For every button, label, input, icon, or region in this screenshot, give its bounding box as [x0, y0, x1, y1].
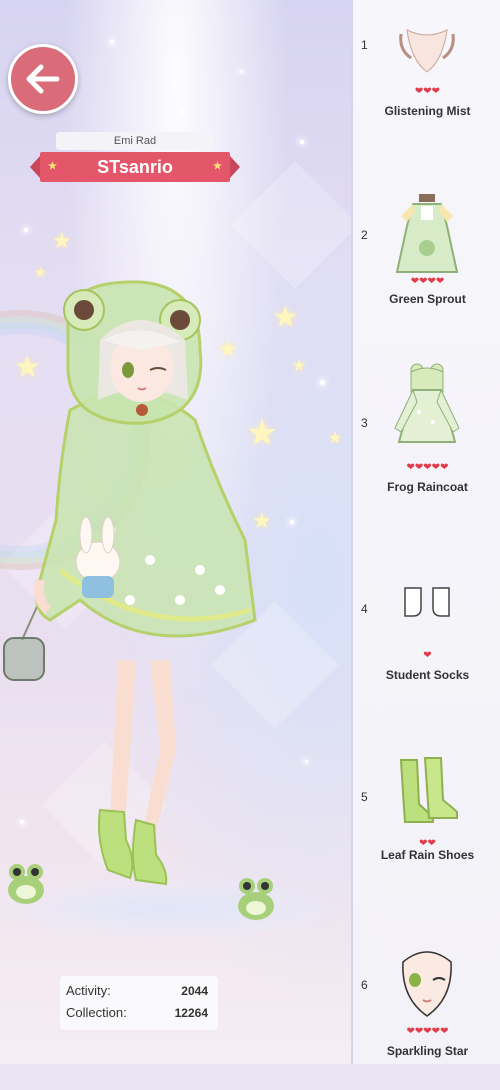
- item-slot-4[interactable]: 4 ❤ Student Socks: [353, 550, 500, 700]
- item-rating-hearts: ❤❤❤❤❤: [406, 462, 449, 473]
- item-slot-2[interactable]: 2 ❤❤❤❤ Green Sprout: [353, 188, 500, 338]
- activity-row: Activity: 2044: [66, 980, 208, 1002]
- item-index: 5: [361, 790, 368, 804]
- character-avatar: [3, 280, 257, 886]
- makeup-face-icon: [402, 951, 452, 1017]
- item-name: Leaf Rain Shoes: [380, 848, 475, 862]
- sparkle: [240, 70, 243, 73]
- rain-boots-icon: [399, 757, 458, 823]
- player-name-card: Emi Rad ★ STsanrio ★: [30, 132, 240, 182]
- item-name: Student Socks: [385, 668, 470, 682]
- character-stage: ★ ★ ★ ★ ★ ★ ★ ★ ★ Emi Rad ★ STsanrio ★ A…: [0, 0, 352, 1064]
- item-rating-hearts: ❤: [423, 650, 432, 661]
- background-diamond: [231, 161, 352, 289]
- stats-box: Activity: 2044 Collection: 12264: [60, 976, 218, 1030]
- item-index: 3: [361, 416, 368, 430]
- socks-icon: [404, 587, 450, 617]
- item-name: Sparkling Star: [386, 1044, 469, 1058]
- collection-label: Collection:: [66, 1005, 127, 1020]
- star-icon: ★: [48, 161, 57, 172]
- sparkle: [305, 760, 308, 763]
- collection-value: 12264: [174, 1006, 208, 1020]
- item-rating-hearts: ❤❤❤❤❤: [406, 1026, 449, 1037]
- item-index: 1: [361, 38, 368, 52]
- collection-row: Collection: 12264: [66, 1002, 208, 1024]
- sparkle: [290, 520, 294, 524]
- item-rating-hearts: ❤❤❤❤: [410, 276, 445, 287]
- dress-icon: [395, 194, 459, 273]
- player-name: Emi Rad: [56, 132, 214, 150]
- item-index: 2: [361, 228, 368, 242]
- sparkle: [300, 140, 304, 144]
- sparkle: [110, 40, 114, 44]
- hair-accessory-icon: [399, 29, 455, 73]
- star-decoration: ★: [52, 228, 72, 253]
- frog-figurine: [238, 878, 274, 920]
- star-decoration: ★: [328, 430, 343, 447]
- item-rating-hearts: ❤❤❤: [414, 86, 441, 97]
- player-title-ribbon: ★ STsanrio ★: [30, 152, 240, 182]
- back-button[interactable]: [8, 44, 78, 114]
- item-name: Glistening Mist: [384, 104, 471, 118]
- sparkle: [180, 110, 185, 115]
- activity-value: 2044: [181, 984, 208, 998]
- sparkle: [320, 380, 325, 385]
- star-decoration: ★: [292, 358, 307, 375]
- raincoat-icon: [394, 363, 460, 443]
- item-slot-3[interactable]: 3 ❤❤❤❤❤ Frog Raincoat: [353, 360, 500, 510]
- player-title: STsanrio: [97, 157, 173, 177]
- star-icon: ★: [213, 161, 222, 172]
- arrow-left-icon: [26, 64, 60, 94]
- star-decoration: ★: [34, 264, 47, 280]
- activity-label: Activity:: [66, 983, 111, 998]
- sparkle: [24, 228, 28, 232]
- item-index: 4: [361, 602, 368, 616]
- item-slot-5[interactable]: 5 ❤❤ Leaf Rain Shoes: [353, 746, 500, 896]
- item-name: Green Sprout: [389, 292, 466, 306]
- frog-figurine: [8, 864, 44, 904]
- item-slot-1[interactable]: 1 ❤❤❤ Glistening Mist: [353, 0, 500, 150]
- outfit-item-list[interactable]: 1 ❤❤❤ Glistening Mist 2 ❤❤❤❤ Green Sprou…: [351, 0, 500, 1064]
- item-slot-6[interactable]: 6 ❤❤❤❤❤ Sparkling Star: [353, 940, 500, 1090]
- item-name: Frog Raincoat: [387, 480, 468, 494]
- item-index: 6: [361, 978, 368, 992]
